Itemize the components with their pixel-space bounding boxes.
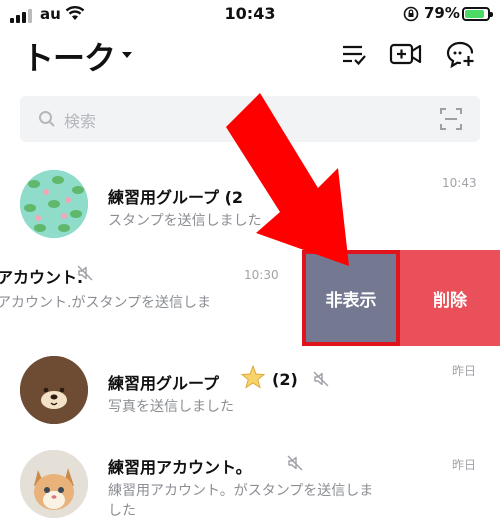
chat-last-message-continued: した: [108, 503, 136, 519]
search-bar[interactable]: 検索: [20, 96, 480, 142]
edit-list-icon[interactable]: [340, 40, 368, 68]
avatar: [20, 170, 88, 238]
chat-time: 10:43: [442, 176, 477, 190]
chat-last-message: スタンプを送信しました: [108, 213, 262, 229]
chat-name: 練習用グループ: [108, 374, 220, 393]
mute-icon: [287, 455, 303, 471]
avatar: [20, 450, 88, 518]
chat-time: 10:30: [244, 268, 279, 282]
chat-name: 練習用グループ (2: [108, 188, 244, 207]
mute-icon: [77, 265, 93, 281]
search-placeholder[interactable]: 検索: [64, 108, 96, 132]
chat-row[interactable]: 練習用グループ (2) 写真を送信しました 昨日: [0, 346, 500, 436]
delete-button[interactable]: 削除: [400, 250, 500, 346]
mute-icon: [313, 371, 329, 387]
search-icon: [39, 111, 55, 127]
chat-row[interactable]: 練習用グループ (2 スタンプを送信しました 10:43: [0, 160, 500, 250]
battery-icon: [462, 7, 493, 21]
chat-time: 昨日: [452, 364, 477, 378]
status-bar: au 10:43 79%: [0, 0, 500, 30]
battery-percent: 79%: [424, 4, 460, 22]
star-icon: [240, 364, 266, 389]
chevron-down-icon[interactable]: [122, 52, 132, 58]
scan-icon[interactable]: [440, 108, 462, 130]
video-call-icon[interactable]: [389, 40, 423, 68]
chat-row[interactable]: 練習用アカウント。 練習用アカウント。がスタンプを送信しま した 昨日: [0, 440, 500, 530]
chat-time: 昨日: [452, 458, 477, 472]
new-chat-icon[interactable]: [446, 40, 476, 68]
chat-last-message: 練習用アカウント。がスタンプを送信しま: [108, 483, 374, 499]
page-title[interactable]: トーク: [22, 33, 116, 79]
chat-last-message: 写真を送信しました: [108, 399, 234, 415]
chat-row-swiped[interactable]: アカウント. アカウント.がスタンプを送信しま 10:30: [0, 252, 302, 342]
chat-name: 練習用アカウント。: [108, 458, 252, 477]
avatar: [20, 356, 88, 424]
hide-button[interactable]: 非表示: [302, 250, 400, 346]
chat-name: アカウント.: [0, 268, 84, 287]
member-count: (2): [272, 370, 298, 389]
chat-last-message: アカウント.がスタンプを送信しま: [0, 295, 212, 311]
rotation-lock-icon: [403, 6, 419, 22]
